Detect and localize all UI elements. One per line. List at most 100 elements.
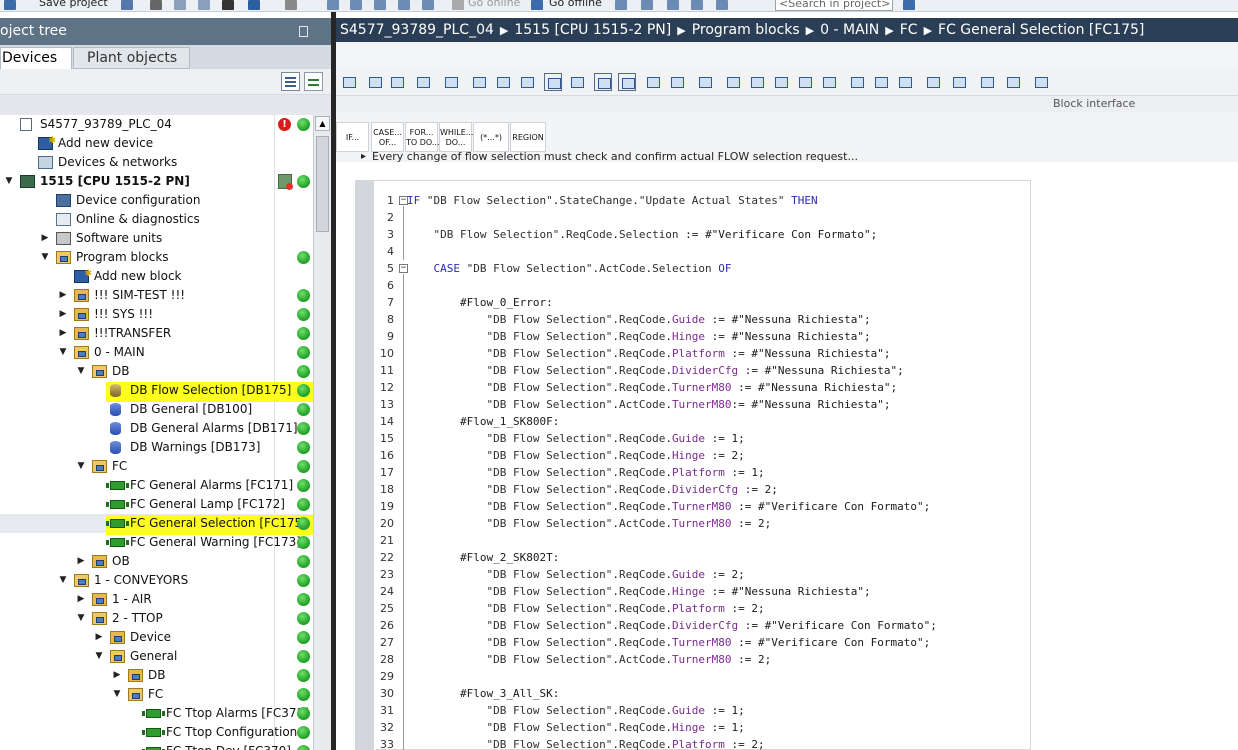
breadcrumb-item[interactable]: FC General Selection [FC175]	[938, 18, 1144, 42]
code-line[interactable]: 28 "DB Flow Selection".ActCode.TurnerM80…	[374, 651, 1028, 668]
outdent-icon[interactable]	[594, 73, 612, 91]
breadcrumb-item[interactable]: 1515 [CPU 1515-2 PN]	[514, 18, 671, 42]
tree-item[interactable]: ▶ !!! SYS !!!	[0, 305, 313, 324]
code-line[interactable]: 5− CASE "DB Flow Selection".ActCode.Sele…	[374, 260, 1028, 277]
paste-icon[interactable]	[198, 0, 210, 10]
code-line[interactable]: 15 "DB Flow Selection".ReqCode.Guide := …	[374, 430, 1028, 447]
delete-network-icon[interactable]	[366, 73, 384, 91]
code-line[interactable]: 21	[374, 532, 1028, 549]
collapse-arrow-icon[interactable]: ▼	[58, 343, 68, 362]
tree-item[interactable]: ▼ Program blocks	[0, 248, 313, 267]
step-out-icon[interactable]	[924, 73, 942, 91]
collapse-arrow-icon[interactable]: ▼	[76, 362, 86, 381]
tree-item[interactable]: DB General [DB100]	[0, 400, 313, 419]
code-line[interactable]: 17 "DB Flow Selection".ReqCode.Platform …	[374, 464, 1028, 481]
code-line[interactable]: 23 "DB Flow Selection".ReqCode.Guide := …	[374, 566, 1028, 583]
undo-icon[interactable]	[248, 0, 260, 10]
go-online-button[interactable]: Go online	[468, 0, 520, 11]
tree-item[interactable]: ▼ 0 - MAIN	[0, 343, 313, 362]
expand-arrow-icon[interactable]: ▶	[76, 590, 86, 609]
tree-item[interactable]: DB Warnings [DB173]	[0, 438, 313, 457]
tree-item[interactable]: FC Ttop Alarms [FC371]	[0, 704, 313, 723]
tree-item[interactable]: ▶ !!!TRANSFER	[0, 324, 313, 343]
modify-icon[interactable]	[820, 73, 838, 91]
download-icon[interactable]	[350, 0, 362, 10]
go-offline-button[interactable]: Go offline	[549, 0, 602, 11]
tree-item[interactable]: FC General Lamp [FC172]	[0, 495, 313, 514]
step-into-icon[interactable]	[896, 73, 914, 91]
tree-item[interactable]: ▶ !!! SIM-TEST !!!	[0, 286, 313, 305]
tree-item[interactable]: FC Ttop Dev [FC370]	[0, 742, 313, 750]
collapse-arrow-icon[interactable]: ▼	[112, 685, 122, 704]
code-line[interactable]: 7 #Flow_0_Error:	[374, 294, 1028, 311]
clear-bookmarks-icon[interactable]	[772, 73, 790, 91]
code-line[interactable]: 19 "DB Flow Selection".ReqCode.TurnerM80…	[374, 498, 1028, 515]
tree-item[interactable]: S4577_93789_PLC_04!	[0, 115, 313, 134]
uncomment-icon[interactable]	[668, 73, 686, 91]
tree-item[interactable]: ▶ DB	[0, 666, 313, 685]
tree-item[interactable]: FC General Alarms [FC171]	[0, 476, 313, 495]
code-line[interactable]: 2	[374, 209, 1028, 226]
code-line[interactable]: 4	[374, 243, 1028, 260]
breadcrumb-item[interactable]: FC	[900, 18, 918, 42]
comment-icon[interactable]	[442, 73, 460, 91]
tree-item[interactable]: ▼ 2 - TTOP	[0, 609, 313, 628]
tree-item[interactable]: Device configuration	[0, 191, 313, 210]
tree-item[interactable]: ▼ FC	[0, 457, 313, 476]
indent-icon[interactable]	[568, 73, 586, 91]
expand-arrow-icon[interactable]: ▶	[112, 666, 122, 685]
tree-item[interactable]: ▶ Device	[0, 628, 313, 647]
tree-item[interactable]: Add new device	[0, 132, 313, 153]
cross-reference-icon[interactable]	[641, 0, 653, 10]
cut-icon[interactable]	[150, 0, 162, 10]
breadcrumb-item[interactable]: S4577_93789_PLC_04	[340, 18, 494, 42]
tree-item[interactable]: ▼ 1515 [CPU 1515-2 PN]	[0, 172, 313, 191]
maximize-icon[interactable]	[716, 0, 728, 10]
delete-icon[interactable]	[222, 0, 234, 10]
search-icon[interactable]	[903, 0, 915, 10]
tab-devices[interactable]: Devices	[0, 47, 72, 69]
overview-icon[interactable]	[281, 72, 300, 91]
lock-icon[interactable]	[1032, 73, 1050, 91]
kw-while-button[interactable]: WHILE... DO...	[439, 122, 473, 152]
tree-item[interactable]: FC General Selection [FC175]	[0, 514, 313, 535]
code-line[interactable]: 31 "DB Flow Selection".ReqCode.Guide := …	[374, 702, 1028, 719]
compile-icon[interactable]	[327, 0, 339, 10]
breadcrumb-item[interactable]: 0 - MAIN	[820, 18, 879, 42]
simulation-icon[interactable]	[398, 0, 410, 10]
insert-row-icon[interactable]	[388, 73, 406, 91]
pin-panel-icon[interactable]	[299, 26, 308, 37]
tree-item[interactable]: FC Ttop Configuration...	[0, 723, 313, 742]
tree-item[interactable]: ▶ Software units	[0, 229, 313, 248]
collapse-arrow-icon[interactable]: ▼	[76, 609, 86, 628]
monitoring-icon[interactable]	[796, 73, 814, 91]
go-offline-icon[interactable]	[531, 0, 543, 10]
prev-bookmark-icon[interactable]	[724, 73, 742, 91]
code-line[interactable]: 24 "DB Flow Selection".ReqCode.Hinge := …	[374, 583, 1028, 600]
code-line[interactable]: 10 "DB Flow Selection".ReqCode.Platform …	[374, 345, 1028, 362]
code-line[interactable]: 30 #Flow_3_All_SK:	[374, 685, 1028, 702]
comment-line-icon[interactable]	[644, 73, 662, 91]
code-line[interactable]: 9 "DB Flow Selection".ReqCode.Hinge := #…	[374, 328, 1028, 345]
kw-case-button[interactable]: CASE... OF...	[371, 122, 404, 152]
tree-item[interactable]: ▼ FC	[0, 685, 313, 704]
step-over-icon[interactable]	[872, 73, 890, 91]
expand-arrow-icon[interactable]: ▶	[94, 628, 104, 647]
code-line[interactable]: 25 "DB Flow Selection".ReqCode.Platform …	[374, 600, 1028, 617]
favorites-icon[interactable]	[518, 73, 536, 91]
tree-item[interactable]: ▶ OB	[0, 552, 313, 571]
save-icon[interactable]	[4, 0, 16, 10]
tab-plant-objects[interactable]: Plant objects	[73, 47, 190, 69]
code-line[interactable]: 18 "DB Flow Selection".ReqCode.DividerCf…	[374, 481, 1028, 498]
scroll-thumb[interactable]	[316, 136, 329, 232]
absolute-operands-icon[interactable]	[494, 73, 512, 91]
save-project-button[interactable]: Save project	[39, 0, 108, 11]
networks-overview-icon[interactable]	[470, 73, 488, 91]
block-interface-label[interactable]: Block interface	[1053, 96, 1135, 111]
accessible-devices-icon[interactable]	[615, 0, 627, 10]
block-interface-bar[interactable]: Block interface	[336, 96, 1238, 112]
redo-icon[interactable]	[285, 0, 297, 10]
auto-indent-icon[interactable]	[618, 73, 636, 91]
block-comment[interactable]: Every change of flow selection must chec…	[336, 152, 1238, 167]
tree-item[interactable]: FC General Warning [FC173]	[0, 533, 313, 552]
